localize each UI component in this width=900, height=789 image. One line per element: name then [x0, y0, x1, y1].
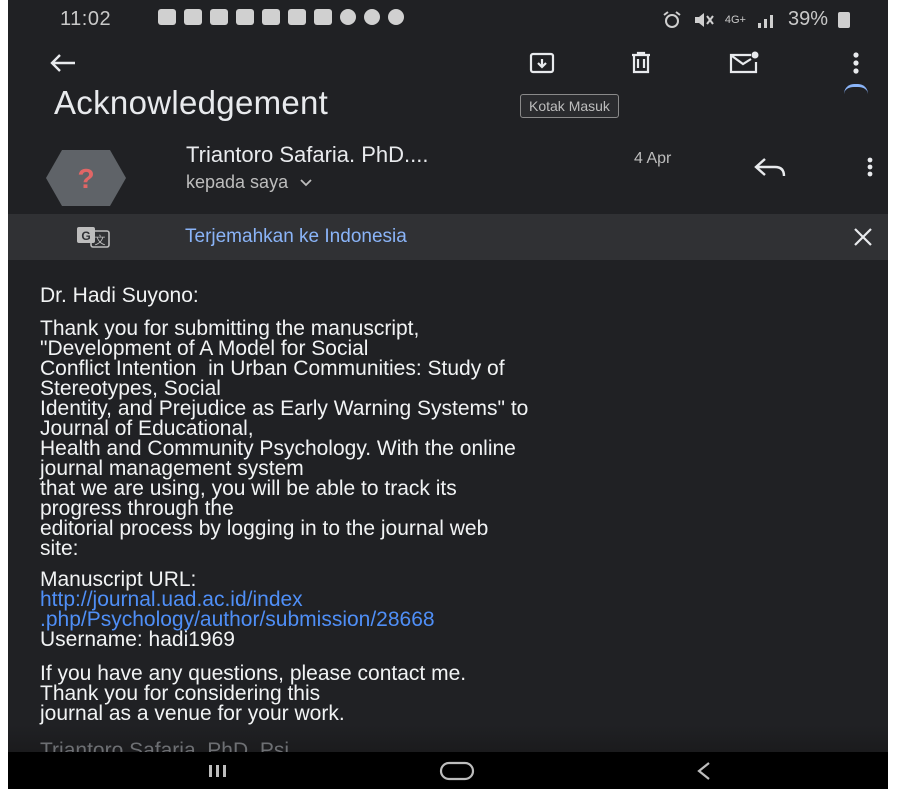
svg-text:?: ? — [77, 163, 94, 194]
svg-text:文: 文 — [95, 233, 106, 247]
app-notification-icon — [314, 9, 332, 25]
more-vert-icon — [867, 157, 873, 177]
mail-unread-icon — [729, 51, 759, 74]
body-line: Health and Community Psychology. With th… — [40, 437, 516, 460]
email-toolbar — [8, 42, 888, 84]
home-button[interactable] — [432, 758, 482, 784]
signature-fade: Triantoro Safaria. PhD. Psi — [8, 725, 888, 762]
manuscript-url-label: Manuscript URL: — [40, 568, 197, 591]
app-notification-icon — [262, 9, 280, 25]
inbox-label-chip[interactable]: Kotak Masuk — [520, 94, 619, 118]
chat-notification-icon — [158, 9, 176, 25]
translate-icon: G文 — [77, 227, 110, 248]
battery-icon — [838, 11, 850, 28]
close-icon — [854, 228, 872, 246]
network-type: 4G+ — [724, 13, 746, 26]
star-icon[interactable] — [844, 84, 868, 97]
contact-notification-icon — [184, 9, 202, 25]
home-icon — [439, 761, 475, 781]
body-line: Identity, and Prejudice as Early Warning… — [40, 397, 529, 420]
notification-icons — [158, 9, 404, 25]
mark-unread-button[interactable] — [726, 48, 762, 78]
manuscript-url-link[interactable]: http://journal.uad.ac.id/index — [40, 589, 303, 610]
translate-icon-wrap: G文 — [74, 224, 114, 250]
reply-icon — [754, 158, 786, 177]
translate-bar: G文 Terjemahkan ke Indonesia — [8, 214, 888, 260]
app-notification-icon — [288, 9, 306, 25]
back-nav-button[interactable] — [684, 758, 724, 784]
status-time: 11:02 — [60, 8, 112, 30]
manuscript-url-link-cont[interactable]: .php/Psychology/author/submission/28668 — [40, 609, 435, 630]
greeting: Dr. Hadi Suyono: — [40, 284, 199, 307]
svg-text:G: G — [81, 229, 90, 243]
mute-icon — [694, 12, 714, 27]
circle-notification-icon — [364, 9, 380, 25]
trash-icon — [632, 51, 650, 74]
signal-icon — [757, 14, 773, 28]
unknown-sender-icon: ? — [46, 150, 126, 206]
avatar[interactable]: ? — [44, 148, 128, 208]
arrow-left-icon — [50, 54, 75, 72]
email-screen: 11:02 4G+ 39% Acknowledgement Kotak Masu… — [8, 0, 888, 789]
recent-apps-button[interactable] — [198, 758, 238, 784]
closing-line: If you have any questions, please contac… — [40, 662, 467, 685]
delete-button[interactable] — [624, 48, 658, 78]
recent-apps-icon — [209, 765, 226, 777]
body-line: "Development of A Model for Social — [40, 337, 369, 360]
more-options-button[interactable] — [844, 48, 868, 78]
username-line: Username: hadi1969 — [40, 628, 235, 651]
recipient-details[interactable]: kepada saya — [186, 172, 313, 193]
close-translate-button[interactable] — [848, 224, 878, 250]
circle-notification-icon — [340, 9, 356, 25]
system-status: 4G+ 39% — [661, 8, 850, 31]
email-subject: Acknowledgement — [54, 84, 329, 121]
closing-line: Thank you for considering this — [40, 682, 321, 705]
body-line: site: — [40, 537, 79, 560]
body-line: journal management system — [40, 457, 304, 480]
more-vert-icon — [853, 52, 859, 74]
recipient-text: kepada saya — [186, 172, 289, 192]
battery-percent: 39% — [787, 8, 828, 30]
app-notification-icon — [210, 9, 228, 25]
alarm-icon — [663, 10, 681, 28]
archive-icon — [529, 52, 555, 74]
chevron-down-icon — [300, 179, 312, 187]
archive-button[interactable] — [525, 48, 559, 78]
body-line: Journal of Educational, — [40, 417, 254, 440]
body-line: that we are using, you will be able to t… — [40, 477, 457, 500]
closing-line: journal as a venue for your work. — [40, 702, 345, 725]
status-bar: 11:02 4G+ 39% — [8, 0, 888, 38]
circle-notification-icon — [388, 9, 404, 25]
app-notification-icon — [236, 9, 254, 25]
body-line: Conflict Intention in Urban Communities:… — [40, 357, 505, 380]
body-line: Thank you for submitting the manuscript, — [40, 317, 420, 340]
system-nav-bar — [8, 752, 888, 789]
body-line: progress through the — [40, 497, 234, 520]
sender-name[interactable]: Triantoro Safaria. PhD.... — [186, 142, 429, 168]
body-line: Stereotypes, Social — [40, 377, 221, 400]
back-button[interactable] — [46, 48, 80, 78]
body-line: editorial process by logging in to the j… — [40, 517, 489, 540]
reply-button[interactable] — [750, 152, 790, 182]
message-more-button[interactable] — [863, 152, 877, 182]
translate-link[interactable]: Terjemahkan ke Indonesia — [185, 226, 407, 248]
back-nav-icon — [697, 762, 710, 780]
email-date: 4 Apr — [634, 150, 672, 167]
